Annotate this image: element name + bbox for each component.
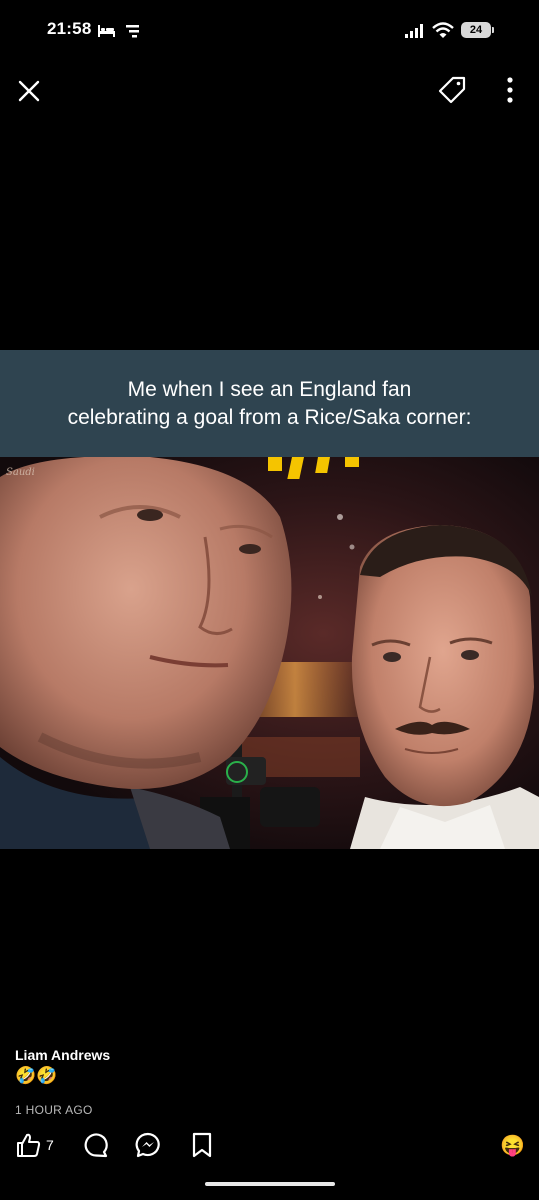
reaction-emoji: 😝 <box>500 1134 525 1157</box>
tag-button[interactable] <box>434 72 470 108</box>
svg-text:Saudi: Saudi <box>6 467 35 478</box>
sleep-icon <box>98 25 115 37</box>
close-button[interactable] <box>12 74 46 108</box>
messenger-icon <box>135 1132 160 1158</box>
status-time: 21:58 <box>47 19 92 38</box>
bookmark-icon <box>192 1132 212 1158</box>
like-count: 7 <box>46 1137 54 1153</box>
caption-line-2: celebrating a goal from a Rice/Saka corn… <box>67 405 472 429</box>
messenger-button[interactable] <box>134 1130 162 1160</box>
thumbs-up-icon <box>17 1133 41 1157</box>
wifi-icon <box>432 22 454 38</box>
sim-icon <box>126 25 139 38</box>
meme-photo: Saudi <box>0 457 539 849</box>
comment-emojis: 🤣🤣 <box>15 1066 58 1085</box>
more-options-button[interactable] <box>496 72 524 108</box>
status-bar: 21:58 24 <box>0 0 539 62</box>
more-vertical-icon <box>507 77 513 103</box>
signal-icon <box>405 24 423 38</box>
post-timestamp: 1 HOUR AGO <box>15 1103 93 1117</box>
author-name[interactable]: Liam Andrews <box>15 1047 110 1063</box>
caption-line-1: Me when I see an England fan <box>127 377 412 401</box>
meme-image[interactable]: Me when I see an England fan celebrating… <box>0 350 539 849</box>
battery-tip <box>492 27 494 33</box>
close-icon <box>18 80 40 102</box>
like-button[interactable]: 7 <box>15 1130 54 1160</box>
home-indicator[interactable] <box>205 1182 335 1186</box>
save-button[interactable] <box>191 1130 213 1160</box>
comment-icon <box>84 1133 108 1158</box>
tag-icon <box>438 76 466 104</box>
battery-icon: 24 <box>461 22 491 38</box>
meme-caption: Me when I see an England fan celebrating… <box>0 350 539 457</box>
reaction-emoji-button[interactable]: 😝 <box>500 1130 525 1160</box>
comment-button[interactable] <box>82 1130 110 1160</box>
